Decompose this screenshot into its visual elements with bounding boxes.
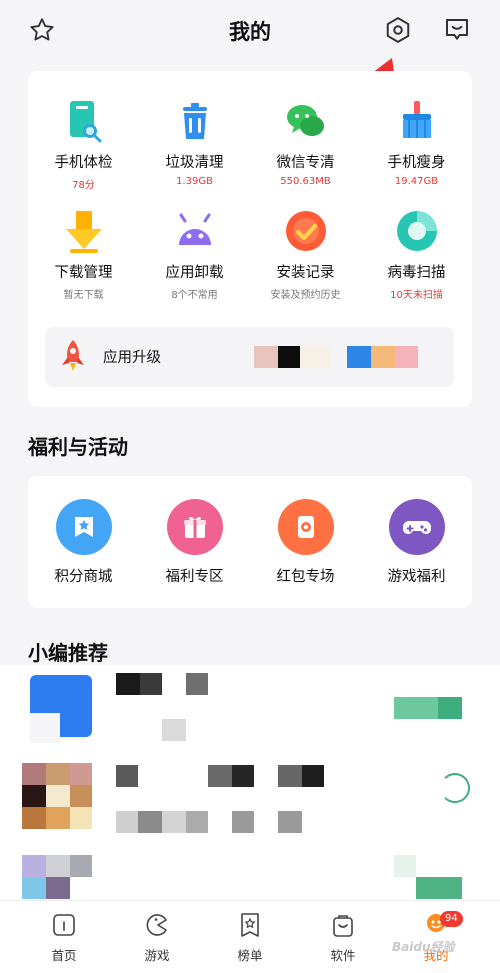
tool-label: 微信专清 bbox=[276, 155, 335, 171]
welfare-label: 福利专区 bbox=[165, 569, 224, 585]
gamepad-icon bbox=[388, 499, 445, 555]
tool-sub: 8个不常用 bbox=[171, 290, 218, 301]
check-circle-icon bbox=[285, 211, 326, 251]
wechat-icon bbox=[286, 105, 324, 136]
tool-phone-checkup[interactable]: 手机体检 78分 bbox=[28, 97, 139, 191]
virus-scan-icon bbox=[396, 211, 437, 251]
welfare-card: 积分商城 福利专区 红包专场 游戏福利 bbox=[28, 476, 472, 608]
welfare-red-packet[interactable]: 红包专场 bbox=[250, 499, 361, 586]
page-title: 我的 bbox=[229, 20, 271, 44]
message-icon[interactable] bbox=[441, 14, 473, 46]
tab-software[interactable]: 软件 bbox=[293, 911, 393, 964]
top-bar: 我的 bbox=[0, 0, 500, 64]
recommend-title: 小编推荐 bbox=[28, 641, 108, 665]
tool-sub: 19.47GB bbox=[394, 176, 439, 187]
tool-sub: 1.39GB bbox=[176, 176, 213, 187]
recommend-list bbox=[0, 665, 500, 905]
tool-label: 垃圾清理 bbox=[165, 155, 224, 171]
tool-label: 手机体检 bbox=[54, 155, 113, 171]
home-icon bbox=[53, 914, 75, 936]
tool-sub: 10天未扫描 bbox=[390, 290, 443, 301]
trash-icon bbox=[182, 103, 207, 139]
welfare-title: 福利与活动 bbox=[28, 435, 128, 459]
tool-app-uninstall[interactable]: 应用卸载 8个不常用 bbox=[139, 207, 250, 301]
tool-install-history[interactable]: 安装记录 安装及预约历史 bbox=[250, 207, 361, 301]
tab-label: 榜单 bbox=[237, 948, 263, 963]
blurred-app-icons bbox=[254, 346, 418, 368]
tool-label: 病毒扫描 bbox=[387, 265, 446, 281]
tab-games[interactable]: 游戏 bbox=[107, 911, 207, 964]
welfare-label: 红包专场 bbox=[276, 569, 335, 585]
notification-badge: 94 bbox=[440, 911, 463, 927]
tool-label: 下载管理 bbox=[54, 265, 113, 281]
broom-icon bbox=[402, 101, 431, 138]
app-upgrade-row[interactable]: 应用升级 bbox=[45, 327, 454, 387]
welfare-benefits[interactable]: 福利专区 bbox=[139, 499, 250, 586]
bottom-tab-bar: 首页 游戏 榜单 软件 我的 bbox=[0, 900, 500, 973]
tool-junk-clean[interactable]: 垃圾清理 1.39GB bbox=[139, 97, 250, 187]
ranking-icon bbox=[241, 913, 259, 937]
gift-icon bbox=[166, 499, 223, 555]
download-icon bbox=[65, 211, 102, 253]
app-upgrade-label: 应用升级 bbox=[103, 350, 161, 366]
red-packet-icon bbox=[277, 499, 334, 555]
tab-label: 游戏 bbox=[144, 948, 170, 963]
rocket-icon bbox=[62, 340, 84, 371]
game-icon bbox=[146, 914, 167, 936]
phone-scan-icon bbox=[69, 101, 101, 143]
tab-label: 首页 bbox=[51, 948, 77, 963]
settings-icon[interactable] bbox=[382, 14, 414, 46]
tool-label: 应用卸载 bbox=[165, 265, 224, 281]
android-icon bbox=[178, 213, 211, 245]
tab-home[interactable]: 首页 bbox=[14, 911, 114, 964]
tools-card: 手机体检 78分 垃圾清理 1.39GB 微信专清 550.63MB 手机瘦身 bbox=[28, 71, 472, 407]
watermark: Baidu经验 bbox=[392, 940, 455, 954]
tool-virus-scan[interactable]: 病毒扫描 10天未扫描 bbox=[361, 207, 472, 301]
tool-sub: 550.63MB bbox=[280, 176, 331, 187]
welfare-label: 游戏福利 bbox=[387, 569, 446, 585]
tool-download-manager[interactable]: 下载管理 暂无下载 bbox=[28, 207, 139, 301]
tool-sub: 暂无下载 bbox=[63, 290, 104, 301]
tab-rankings[interactable]: 榜单 bbox=[200, 911, 300, 964]
tab-label: 软件 bbox=[330, 948, 356, 963]
tool-label: 手机瘦身 bbox=[387, 155, 446, 171]
welfare-points-mall[interactable]: 积分商城 bbox=[28, 499, 139, 586]
tool-sub: 安装及预约历史 bbox=[270, 290, 341, 301]
tool-sub: 78分 bbox=[72, 180, 95, 191]
software-bag-icon bbox=[333, 915, 353, 937]
welfare-label: 积分商城 bbox=[54, 569, 113, 585]
points-mall-icon bbox=[55, 499, 112, 555]
welfare-game-benefits[interactable]: 游戏福利 bbox=[361, 499, 472, 586]
tool-wechat-clean[interactable]: 微信专清 550.63MB bbox=[250, 97, 361, 187]
tool-phone-slim[interactable]: 手机瘦身 19.47GB bbox=[361, 97, 472, 187]
tool-label: 安装记录 bbox=[276, 265, 335, 281]
